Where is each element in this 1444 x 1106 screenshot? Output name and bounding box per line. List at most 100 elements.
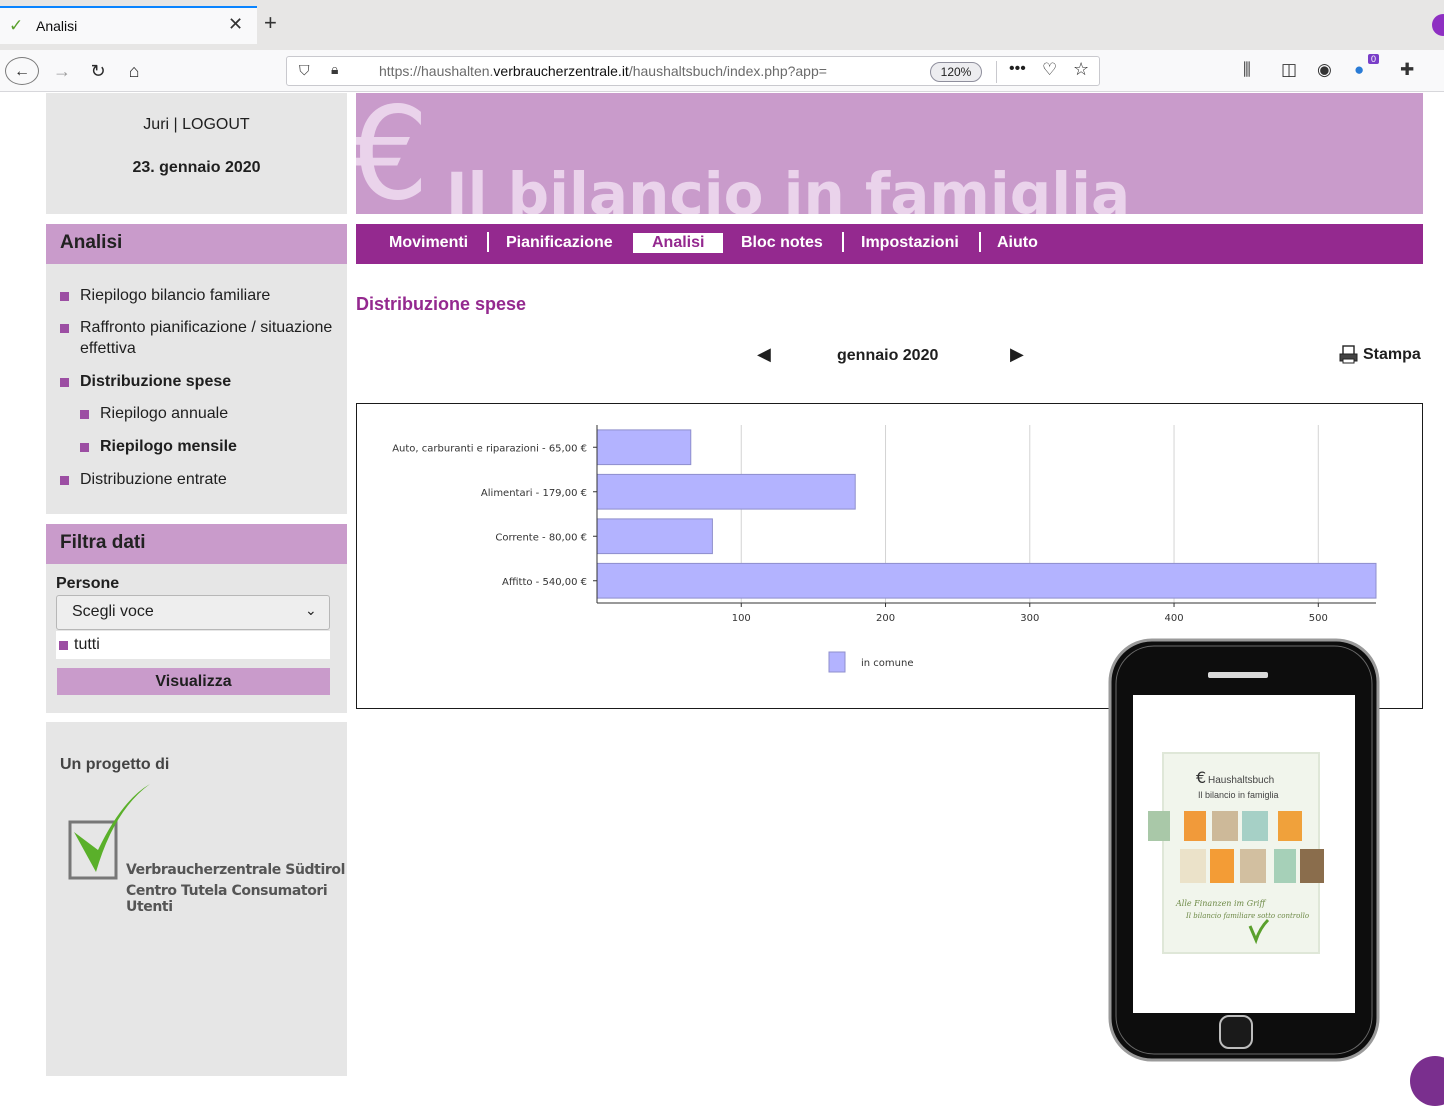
chart-legend: in comune (828, 651, 913, 673)
pocket-icon[interactable]: ♡ (1042, 60, 1057, 80)
chevron-down-icon: ⌄ (305, 602, 317, 618)
page-title: Distribuzione spese (356, 294, 527, 314)
bookmark-star-icon[interactable]: ☆ (1073, 59, 1089, 80)
menu-item-label: Distribuzione spese (80, 373, 232, 390)
main-navigation: Movimenti Pianificazione Analisi Bloc no… (356, 224, 1423, 264)
menu-item-riepilogo-bilancio[interactable]: Riepilogo bilancio familiare (60, 285, 350, 306)
chart-bars (596, 429, 1377, 599)
bar-0 (596, 429, 692, 466)
phone-home-button (1219, 1015, 1253, 1049)
menu-item-riepilogo-mensile[interactable]: Riepilogo mensile (80, 436, 350, 457)
new-tab-button[interactable]: + (264, 12, 277, 34)
forward-arrow-icon[interactable]: → (50, 57, 74, 85)
back-arrow-icon[interactable]: ← (5, 57, 39, 85)
extension-badge: 0 (1368, 54, 1380, 64)
svg-text:€: € (1196, 768, 1206, 787)
shield-icon[interactable]: ⛉ (299, 62, 310, 79)
nav-separator (979, 232, 981, 252)
project-credit-box: Un progetto di Verbraucherzentrale Südti… (46, 722, 347, 1076)
banner-title: Il bilancio in famiglia (446, 160, 1131, 214)
browser-toolbar: ← → ↻ ⌂ ⛉ 🔒︎ https://haushalten.verbrauc… (0, 50, 1444, 92)
x-tick-label: 100 (732, 613, 751, 624)
home-icon[interactable]: ⌂ (122, 57, 146, 85)
x-tick-label: 200 (876, 613, 895, 624)
bar-2 (596, 518, 713, 555)
nav-aiuto[interactable]: Aiuto (997, 233, 1038, 253)
nav-separator (487, 232, 489, 252)
checkmark-favicon-icon: ✓ (9, 16, 24, 35)
bar-1 (596, 473, 856, 510)
nav-separator (842, 232, 844, 252)
user-box: Juri | LOGOUT 23. gennaio 2020 (46, 93, 347, 214)
nav-impostazioni[interactable]: Impostazioni (861, 233, 959, 253)
url-text[interactable]: https://haushalten.verbraucherzentrale.i… (379, 63, 827, 79)
next-month-arrow-icon[interactable]: ▶ (1010, 344, 1024, 365)
phone-frame: € Haushaltsbuch Il bilancio in famiglia … (1108, 638, 1380, 1062)
menu-item-raffronto[interactable]: Raffronto pianificazione / situazione ef… (60, 317, 350, 359)
menu-item-label: Riepilogo mensile (100, 438, 237, 455)
card-slogan-it: Il bilancio familiare sotto controllo (1185, 912, 1309, 920)
menu-item-label: Distribuzione entrate (80, 471, 227, 488)
profile-avatar-icon[interactable] (1432, 14, 1444, 36)
persone-label: Persone (56, 575, 120, 592)
category-label: Corrente - 80,00 € (495, 532, 587, 543)
x-tick-label: 400 (1164, 613, 1183, 624)
current-date: 23. gennaio 2020 (132, 159, 261, 176)
org-name-italian: Centro Tutela Consumatori Utenti (126, 883, 328, 915)
app-banner: € Il bilancio in famiglia (356, 93, 1423, 214)
extensions-puzzle-icon[interactable]: ✚ (1400, 60, 1414, 80)
reload-icon[interactable]: ↻ (86, 57, 110, 85)
legend-label: in comune (861, 658, 913, 669)
category-label: Affitto - 540,00 € (502, 577, 587, 588)
chat-bubble-icon[interactable] (1410, 1056, 1444, 1106)
nav-movimenti[interactable]: Movimenti (389, 233, 468, 253)
bullet-icon (59, 641, 68, 650)
card-brand: Haushaltsbuch (1208, 775, 1274, 786)
nav-bloc-notes[interactable]: Bloc notes (741, 233, 823, 253)
zoom-level-badge[interactable]: 120% (930, 62, 982, 82)
card-subtitle: Il bilancio in famiglia (1198, 790, 1279, 800)
euro-icon: € (356, 93, 430, 214)
legend-swatch (828, 651, 846, 673)
nav-pianificazione[interactable]: Pianificazione (506, 233, 613, 253)
visualizza-button[interactable]: Visualizza (57, 668, 330, 695)
printer-icon (1339, 345, 1358, 364)
analisi-menu-header: Analisi (46, 224, 347, 264)
account-icon[interactable]: ◉ (1317, 60, 1332, 80)
close-tab-icon[interactable]: ✕ (228, 14, 243, 35)
browser-tab[interactable]: ✓ Analisi ✕ (0, 6, 257, 44)
library-icon[interactable]: ⫼ (1243, 60, 1251, 80)
x-tick-label: 300 (1020, 613, 1039, 624)
user-logout-link[interactable]: Juri | LOGOUT (46, 116, 347, 134)
more-actions-icon[interactable]: ••• (1009, 60, 1026, 78)
filter-panel: Persone Scegli voce ⌄ tutti Visualizza (46, 564, 347, 713)
menu-item-label: Raffronto pianificazione / situazione ef… (80, 319, 333, 357)
persone-select[interactable]: Scegli voce ⌄ (56, 595, 330, 630)
browser-tab-bar: ✓ Analisi ✕ + (0, 0, 1444, 50)
nav-analisi[interactable]: Analisi (633, 233, 724, 253)
option-label: tutti (74, 636, 100, 653)
print-label: Stampa (1363, 346, 1421, 363)
persone-option-tutti[interactable]: tutti (56, 631, 330, 659)
category-label: Alimentari - 179,00 € (481, 488, 587, 499)
menu-item-distribuzione-spese[interactable]: Distribuzione spese (60, 371, 350, 392)
menu-item-label: Riepilogo annuale (100, 405, 229, 422)
app-promo-phone[interactable]: € Haushaltsbuch Il bilancio in famiglia … (1108, 638, 1380, 1062)
category-label: Auto, carburanti e riparazioni - 65,00 € (392, 443, 587, 454)
url-divider (996, 61, 997, 83)
lock-icon[interactable]: 🔒︎ (331, 61, 338, 78)
bullet-icon (80, 410, 89, 419)
extension-ghost-icon[interactable]: ● (1354, 60, 1364, 80)
previous-month-arrow-icon[interactable]: ◀ (757, 344, 771, 365)
sidebar-icon[interactable]: ◫ (1281, 60, 1297, 80)
project-label: Un progetto di (60, 756, 170, 773)
analisi-menu: Riepilogo bilancio familiare Raffronto p… (46, 264, 347, 514)
menu-item-riepilogo-annuale[interactable]: Riepilogo annuale (80, 403, 350, 424)
address-bar[interactable]: ⛉ 🔒︎ https://haushalten.verbraucherzentr… (286, 56, 1100, 86)
tab-title: Analisi (36, 18, 78, 34)
menu-item-distribuzione-entrate[interactable]: Distribuzione entrate (60, 469, 350, 490)
org-name-german: Verbraucherzentrale Südtirol (126, 862, 345, 878)
bullet-icon (60, 378, 69, 387)
bar-3 (596, 562, 1377, 599)
bullet-icon (60, 292, 69, 301)
